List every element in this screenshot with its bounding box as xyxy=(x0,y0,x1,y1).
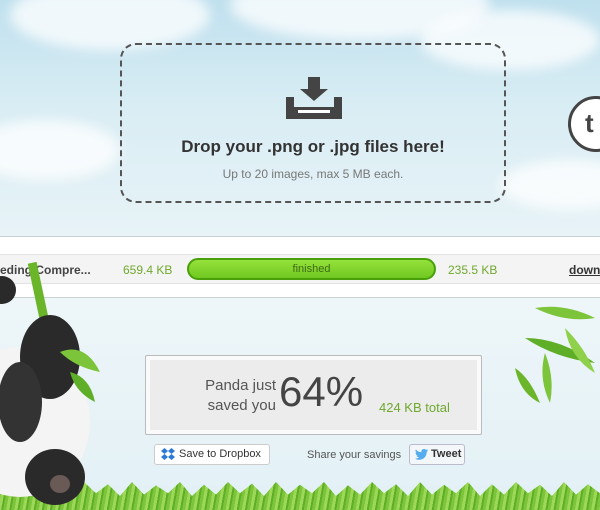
download-link[interactable]: down xyxy=(569,263,600,277)
share-savings-label: Share your savings xyxy=(307,449,402,461)
dropbox-label: Save to Dropbox xyxy=(179,448,261,460)
drop-subline: Up to 20 images, max 5 MB each. xyxy=(222,167,404,181)
twitter-badge-glyph: t xyxy=(585,108,594,138)
savings-percent: 64% xyxy=(279,368,364,415)
twitter-bird-icon xyxy=(415,449,428,460)
panda-illustration xyxy=(0,262,100,505)
download-tray-icon xyxy=(286,77,342,119)
compressed-size: 235.5 KB xyxy=(448,263,498,277)
bamboo-leaves-illustration xyxy=(515,306,595,403)
savings-total: 424 KB total xyxy=(379,400,450,415)
savings-label: Panda just saved you xyxy=(205,377,276,414)
progress-status: finished xyxy=(292,263,331,275)
progress-bar: finished xyxy=(187,258,436,280)
save-to-dropbox-button[interactable]: Save to Dropbox xyxy=(154,444,270,465)
tweet-label: Tweet xyxy=(431,448,462,460)
original-size: 659.4 KB xyxy=(123,263,173,277)
drop-headline: Drop your .png or .jpg files here! xyxy=(181,137,445,156)
savings-panel: Panda just saved you 64% 424 KB total xyxy=(145,355,482,435)
file-drop-zone[interactable]: Drop your .png or .jpg files here! Up to… xyxy=(120,43,506,203)
dropbox-icon xyxy=(161,448,175,460)
tweet-button[interactable]: Tweet xyxy=(409,444,465,465)
